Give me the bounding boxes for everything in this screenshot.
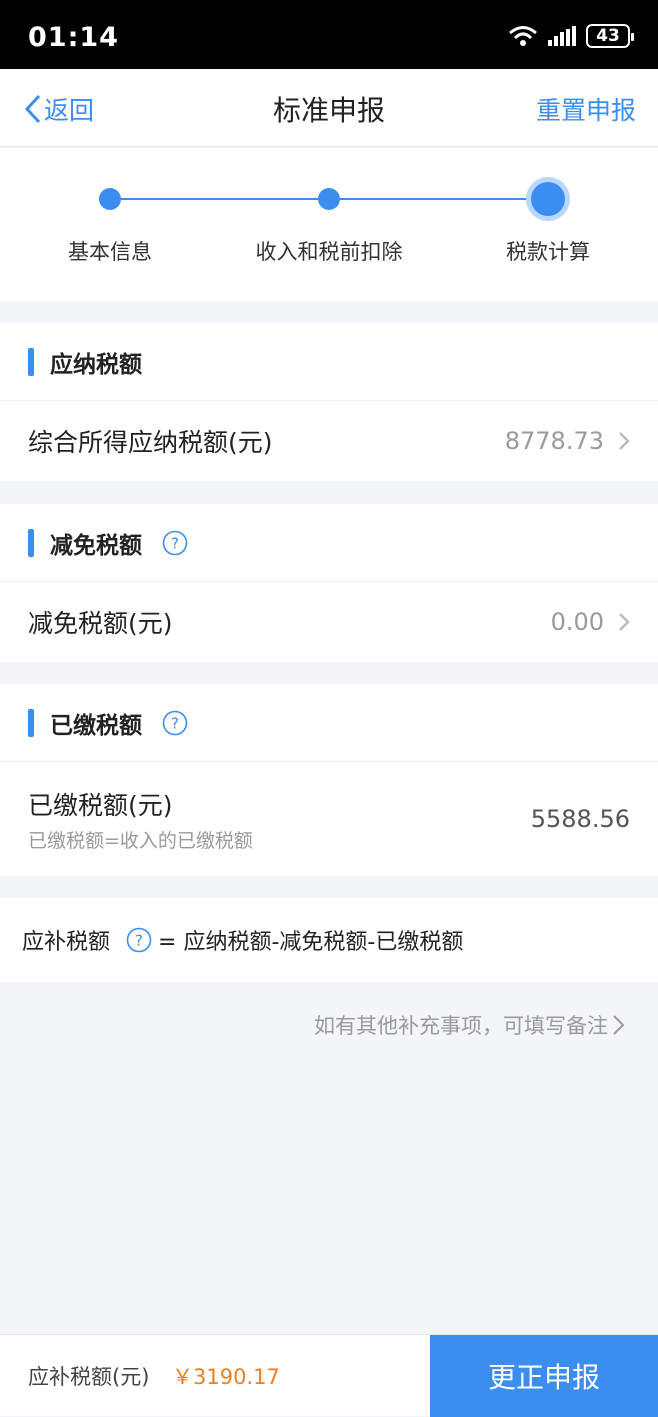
step-indicator: 基本信息 收入和税前扣除 税款计算 xyxy=(0,148,658,301)
nav-bar: 返回 标准申报 重置申报 xyxy=(0,69,658,147)
section-header: 应纳税额 xyxy=(0,323,658,401)
step-connector xyxy=(120,198,318,200)
payable-section: 应纳税额 综合所得应纳税额(元) 8778.73 xyxy=(0,323,658,481)
payable-amount-row[interactable]: 综合所得应纳税额(元) 8778.73 xyxy=(0,401,658,481)
help-icon[interactable]: ? xyxy=(162,530,188,556)
step-connector xyxy=(340,198,530,200)
step-label-2: 收入和税前扣除 xyxy=(255,240,403,264)
footer-bar: 应补税额(元) ￥3190.17 更正申报 xyxy=(0,1334,658,1417)
step-dot-1 xyxy=(99,188,121,210)
remark-label: 如有其他补充事项，可填写备注 xyxy=(314,1014,608,1038)
row-value: 8778.73 xyxy=(504,427,604,455)
svg-text:?: ? xyxy=(171,534,179,552)
step-dot-2 xyxy=(318,188,340,210)
section-header: 减免税额 ? xyxy=(0,504,658,582)
paid-amount-row: 已缴税额(元) 已缴税额=收入的已缴税额 5588.56 xyxy=(0,762,658,876)
row-value: 5588.56 xyxy=(530,805,630,833)
status-time: 01:14 xyxy=(28,22,119,53)
chevron-right-icon xyxy=(618,612,630,632)
reduction-amount-row[interactable]: 减免税额(元) 0.00 xyxy=(0,582,658,662)
section-accent-bar xyxy=(28,528,34,557)
step-label-3: 税款计算 xyxy=(506,240,590,264)
formula-term: 应补税额 xyxy=(22,930,111,955)
battery-level: 43 xyxy=(596,26,620,46)
reset-button[interactable]: 重置申报 xyxy=(536,91,636,127)
formula-row: 应补税额 ? = 应纳税额-减免税额-已缴税额 xyxy=(0,898,658,982)
section-title: 已缴税额 xyxy=(50,712,142,739)
footer-label: 应补税额(元) xyxy=(28,1365,150,1389)
status-icons: 43 xyxy=(508,24,634,48)
submit-button[interactable]: 更正申报 xyxy=(430,1335,658,1417)
row-value: 0.00 xyxy=(550,608,604,636)
status-bar: 01:14 43 xyxy=(0,0,658,69)
help-icon[interactable]: ? xyxy=(126,927,152,953)
row-label: 已缴税额(元) xyxy=(28,790,173,820)
section-title: 减免税额 xyxy=(50,532,142,559)
help-icon[interactable]: ? xyxy=(162,710,188,736)
row-label: 减免税额(元) xyxy=(28,609,173,638)
step-dot-3 xyxy=(531,182,565,216)
footer-amount: ￥3190.17 xyxy=(172,1365,280,1389)
row-sublabel: 已缴税额=收入的已缴税额 xyxy=(28,829,253,852)
section-accent-bar xyxy=(28,708,34,737)
wifi-icon xyxy=(508,25,538,47)
signal-icon xyxy=(548,26,576,46)
section-header: 已缴税额 ? xyxy=(0,684,658,762)
reduction-section: 减免税额 ? 减免税额(元) 0.00 xyxy=(0,504,658,662)
step-label-1: 基本信息 xyxy=(68,240,152,264)
chevron-right-icon xyxy=(618,431,630,451)
row-text: 已缴税额(元) 已缴税额=收入的已缴税额 xyxy=(28,786,531,853)
battery-icon: 43 xyxy=(586,24,634,48)
chevron-right-icon xyxy=(613,1015,625,1035)
paid-section: 已缴税额 ? 已缴税额(元) 已缴税额=收入的已缴税额 5588.56 xyxy=(0,684,658,876)
remark-link[interactable]: 如有其他补充事项，可填写备注 xyxy=(314,1010,626,1040)
section-accent-bar xyxy=(28,347,34,376)
svg-text:?: ? xyxy=(135,932,143,950)
formula-expression: = 应纳税额-减免税额-已缴税额 xyxy=(158,930,464,955)
section-title: 应纳税额 xyxy=(50,351,142,378)
row-label: 综合所得应纳税额(元) xyxy=(28,428,273,457)
svg-text:?: ? xyxy=(171,714,179,732)
